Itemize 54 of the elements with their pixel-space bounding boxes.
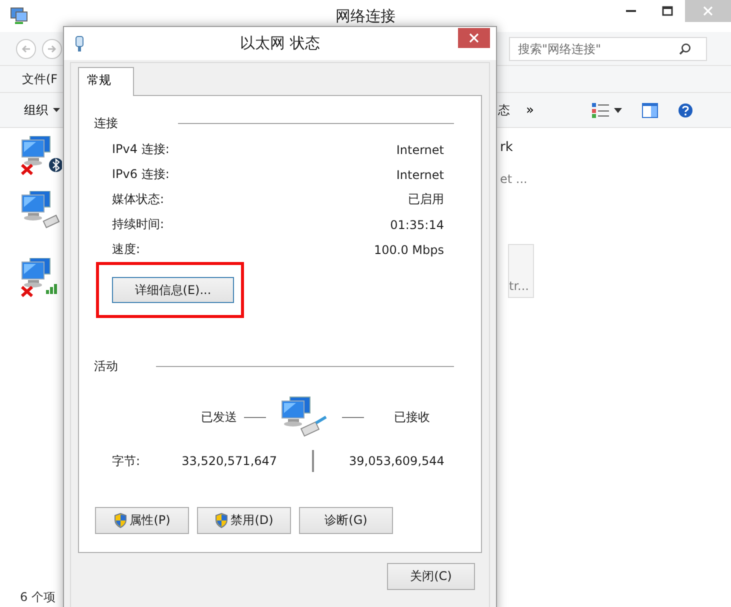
field-label: 媒体状态: [112, 191, 164, 208]
field-value: Internet [396, 142, 444, 156]
back-arrow-icon [21, 44, 31, 54]
organize-button[interactable]: 组织 [24, 102, 60, 118]
list-view-icon [592, 102, 609, 118]
help-button[interactable] [678, 102, 693, 118]
section-heading: 活动 [94, 358, 118, 375]
field-label: 速度: [112, 241, 140, 258]
received-label: 已接收 [394, 408, 430, 426]
minimize-icon [626, 10, 636, 12]
dialog-title: 以太网 状态 [240, 34, 320, 52]
more-button[interactable]: » [526, 102, 534, 118]
received-bytes: 39,053,609,544 [348, 454, 444, 468]
close-icon [703, 6, 713, 16]
caret-icon [53, 108, 60, 112]
field-label: IPv4 连接: [112, 141, 170, 158]
menu-item[interactable]: 文件(F [22, 70, 58, 88]
close-button[interactable] [458, 28, 490, 48]
field-label: IPv6 连接: [112, 166, 170, 183]
view-button[interactable] [592, 102, 622, 118]
shield-icon [214, 513, 228, 528]
field-label: 持续时间: [112, 216, 164, 233]
preview-pane-button[interactable] [642, 102, 658, 118]
status-text: 6 个项 [19, 589, 56, 606]
maximize-icon [662, 6, 672, 16]
field-value: Internet [396, 168, 444, 182]
bytes-label: 字节: [112, 452, 142, 470]
dialog-button[interactable]: 禁用(D) [197, 507, 291, 534]
forward-arrow-icon [47, 44, 57, 54]
shield-icon [114, 513, 127, 528]
search-field[interactable]: 搜索"网络连接" [509, 36, 707, 60]
network-folder-icon [10, 7, 28, 25]
help-icon [678, 102, 693, 118]
field-value: 已启用 [408, 191, 444, 208]
sent-label: 已发送 [200, 408, 237, 426]
dialog-button[interactable]: 诊断(G) [299, 507, 393, 534]
item-name: rk [500, 140, 514, 155]
close-dialog-button[interactable]: 关闭(C) [387, 563, 475, 590]
dialog-button[interactable]: 属性(P) [95, 507, 189, 534]
field-value: 100.0 Mbps [374, 242, 444, 256]
item-detail: et ... [500, 172, 528, 186]
details-button[interactable]: 详细信息(E)... [112, 277, 234, 303]
sent-bytes: 33,520,571,647 [180, 454, 278, 468]
tab[interactable]: 常规 [78, 67, 134, 96]
caret-icon [614, 108, 622, 112]
search-icon [679, 42, 691, 54]
item-tile[interactable]: tr... [508, 244, 534, 298]
window-title: 网络连接 [336, 6, 396, 24]
toolbar-label[interactable]: 态 [498, 102, 510, 118]
close-icon [469, 32, 479, 42]
network-plug-icon [75, 36, 84, 52]
field-value: 01:35:14 [390, 218, 444, 232]
pane-icon [642, 102, 658, 118]
section-heading: 连接 [94, 115, 118, 132]
